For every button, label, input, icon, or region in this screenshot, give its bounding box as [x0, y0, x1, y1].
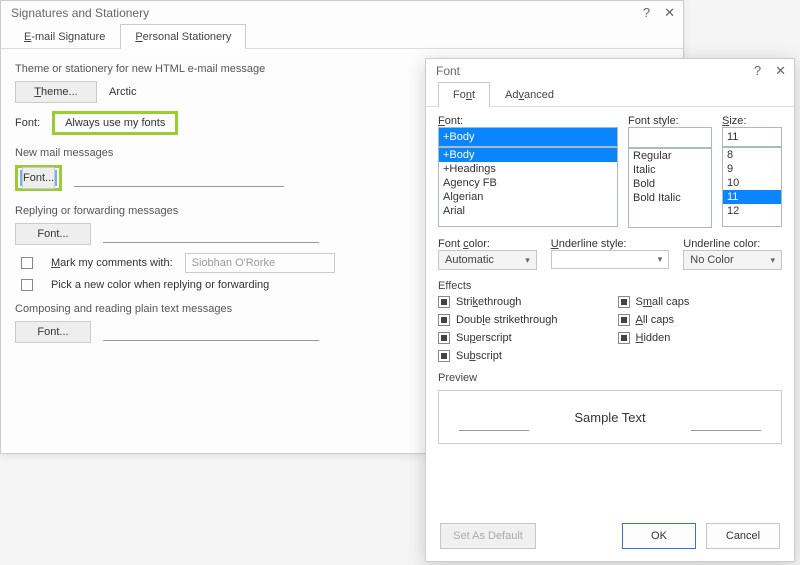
list-item[interactable]: Regular	[629, 149, 711, 163]
effect-label: Strikethrough	[456, 296, 521, 308]
label-size: Size:	[722, 115, 782, 127]
mark-comments-label: Mark my comments with:	[51, 257, 173, 269]
tab-email-signature[interactable]: E-mail Signature	[9, 24, 120, 49]
font-name-input[interactable]: +Body	[438, 127, 618, 147]
font-titlebar: Font ? ✕	[426, 59, 794, 81]
font-size-input[interactable]: 11	[722, 127, 782, 147]
help-icon[interactable]: ?	[754, 63, 761, 79]
label-underline-style: Underline style:	[551, 238, 670, 250]
font-size-list[interactable]: 8 9 10 11 12	[722, 147, 782, 227]
label-font-color: Font color:	[438, 238, 537, 250]
tab-font[interactable]: Font	[438, 82, 490, 107]
effect-label: Superscript	[456, 332, 512, 344]
label-effects: Effects	[438, 280, 782, 292]
subscript-checkbox[interactable]	[438, 350, 450, 362]
help-icon[interactable]: ?	[643, 5, 650, 21]
list-item[interactable]: Bold	[629, 177, 711, 191]
cancel-button[interactable]: Cancel	[706, 523, 780, 549]
dialog-footer: Set As Default OK Cancel	[426, 511, 794, 561]
preview-rule	[459, 430, 529, 431]
font-dialog-title: Font	[436, 64, 460, 78]
pick-color-checkbox[interactable]	[21, 279, 33, 291]
effect-label: Hidden	[636, 332, 671, 344]
dialog-title: Signatures and Stationery	[11, 6, 149, 20]
chevron-down-icon: ▾	[770, 255, 775, 266]
commenter-name-input[interactable]: Siobhan O'Rorke	[185, 253, 335, 273]
label-font: Font:	[438, 115, 618, 127]
label-font-style: Font style:	[628, 115, 712, 127]
double-strikethrough-checkbox[interactable]	[438, 314, 450, 326]
close-icon[interactable]: ✕	[775, 63, 786, 79]
font-body: Font: +Body +Body +Headings Agency FB Al…	[426, 107, 794, 454]
preview-box: Sample Text	[438, 390, 782, 444]
underline-style-combo[interactable]: ▾	[551, 250, 670, 269]
list-item[interactable]: 11	[723, 190, 781, 204]
list-item[interactable]: +Body	[439, 148, 617, 162]
list-item[interactable]: Arial	[439, 204, 617, 218]
tabstrip: E-mail Signature Personal Stationery	[1, 23, 683, 49]
pick-color-label: Pick a new color when replying or forwar…	[51, 279, 269, 291]
list-item[interactable]: 10	[723, 176, 781, 190]
list-item[interactable]: 8	[723, 148, 781, 162]
hidden-checkbox[interactable]	[618, 332, 630, 344]
effect-label: Small caps	[636, 296, 690, 308]
font-name-list[interactable]: +Body +Headings Agency FB Algerian Arial	[438, 147, 618, 227]
preview-rule	[691, 430, 761, 431]
strikethrough-checkbox[interactable]	[438, 296, 450, 308]
tab-personal-stationery[interactable]: Personal Stationery	[120, 24, 246, 49]
titlebar: Signatures and Stationery ? ✕	[1, 1, 683, 23]
font-color-combo[interactable]: Automatic▾	[438, 250, 537, 270]
reply-font-field[interactable]	[103, 225, 319, 243]
new-mail-font-button[interactable]: Font...	[22, 167, 55, 189]
effect-label: All caps	[636, 314, 675, 326]
new-mail-font-field[interactable]	[74, 169, 284, 187]
list-item[interactable]: Bold Italic	[629, 191, 711, 205]
theme-button[interactable]: Theme...	[15, 81, 97, 103]
font-label: Font:	[15, 117, 40, 129]
effect-label: Subscript	[456, 350, 502, 362]
font-style-list[interactable]: Regular Italic Bold Bold Italic	[628, 148, 712, 228]
reply-font-button[interactable]: Font...	[15, 223, 91, 245]
tab-advanced[interactable]: Advanced	[490, 82, 569, 107]
list-item[interactable]: 9	[723, 162, 781, 176]
list-item[interactable]: +Headings	[439, 162, 617, 176]
font-default-dropdown[interactable]: Always use my fonts	[52, 111, 178, 135]
list-item[interactable]: Agency FB	[439, 176, 617, 190]
superscript-checkbox[interactable]	[438, 332, 450, 344]
all-caps-checkbox[interactable]	[618, 314, 630, 326]
font-dialog: Font ? ✕ Font Advanced Font: +Body +Body…	[425, 58, 795, 562]
close-icon[interactable]: ✕	[664, 5, 675, 21]
small-caps-checkbox[interactable]	[618, 296, 630, 308]
list-item[interactable]: 12	[723, 204, 781, 218]
label-preview: Preview	[438, 372, 782, 384]
plain-font-field[interactable]	[103, 323, 319, 341]
theme-name: Arctic	[109, 86, 137, 98]
list-item[interactable]: Italic	[629, 163, 711, 177]
effect-label: Double strikethrough	[456, 314, 558, 326]
underline-color-combo[interactable]: No Color▾	[683, 250, 782, 270]
preview-text: Sample Text	[574, 410, 645, 425]
font-tabstrip: Font Advanced	[426, 81, 794, 107]
mark-comments-checkbox[interactable]	[21, 257, 33, 269]
chevron-down-icon: ▾	[525, 255, 530, 266]
label-underline-color: Underline color:	[683, 238, 782, 250]
plain-font-button[interactable]: Font...	[15, 321, 91, 343]
ok-button[interactable]: OK	[622, 523, 696, 549]
set-as-default-button: Set As Default	[440, 523, 536, 549]
font-style-input[interactable]	[628, 127, 712, 148]
chevron-down-icon: ▾	[658, 254, 663, 265]
list-item[interactable]: Algerian	[439, 190, 617, 204]
